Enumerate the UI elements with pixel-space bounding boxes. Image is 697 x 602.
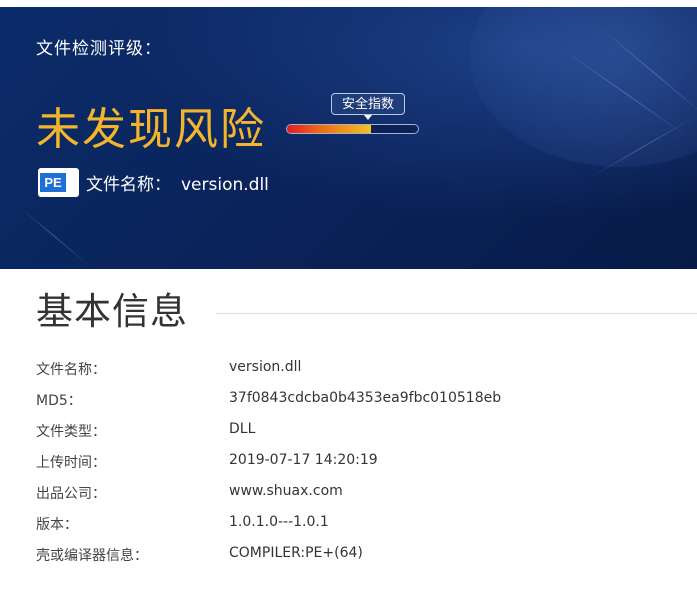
info-row: 壳或编译器信息： COMPILER:PE+(64)	[0, 545, 697, 567]
info-value: www.shuax.com	[229, 483, 343, 499]
banner-file-name-label: 文件名称：	[86, 175, 171, 195]
info-row: 出品公司： www.shuax.com	[0, 483, 697, 505]
info-value: 37f0843cdcba0b4353ea9fbc010518eb	[229, 390, 502, 406]
section-title-basic-info: 基本信息	[36, 290, 188, 333]
info-row: 版本： 1.0.1.0---1.0.1	[0, 514, 697, 536]
info-value: COMPILER:PE+(64)	[229, 545, 363, 561]
info-value: 1.0.1.0---1.0.1	[229, 514, 329, 530]
info-key: 上传时间：	[36, 455, 106, 471]
banner-glow	[470, 7, 697, 167]
safety-index-label: 安全指数	[331, 93, 405, 115]
info-row: 文件类型： DLL	[0, 421, 697, 443]
info-value: version.dll	[229, 359, 302, 375]
banner-streak	[19, 207, 90, 266]
banner-file-name-value: version.dll	[181, 175, 269, 195]
pe-badge: PE	[40, 173, 66, 192]
info-key: 出品公司：	[36, 486, 106, 502]
section-divider	[216, 313, 697, 314]
info-key: 版本：	[36, 517, 78, 533]
info-value: 2019-07-17 14:20:19	[229, 452, 378, 468]
info-key: MD5：	[36, 393, 82, 409]
detection-level-label: 文件检测评级：	[36, 39, 162, 59]
info-value: DLL	[229, 421, 256, 437]
risk-result-text: 未发现风险	[36, 104, 266, 155]
safety-index-pointer-icon	[364, 115, 372, 120]
info-row: 上传时间： 2019-07-17 14:20:19	[0, 452, 697, 474]
banner-file-name: 文件名称： version.dll	[86, 170, 269, 195]
info-key: 文件类型：	[36, 424, 106, 440]
info-key: 文件名称：	[36, 362, 106, 378]
info-row: 文件名称： version.dll	[0, 359, 697, 381]
pe-file-icon: PE	[38, 168, 79, 197]
safety-index-bar	[286, 124, 419, 134]
info-key: 壳或编译器信息：	[36, 548, 148, 564]
info-row: MD5： 37f0843cdcba0b4353ea9fbc010518eb	[0, 390, 697, 412]
safety-index-fill	[287, 125, 371, 133]
